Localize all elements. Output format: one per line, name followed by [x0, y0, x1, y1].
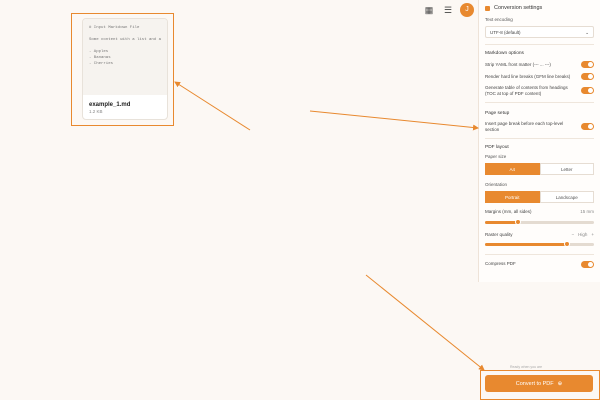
arrow-to-convert: [365, 274, 485, 371]
annotation-arrows: [174, 81, 485, 371]
arrow-to-panel: [309, 110, 479, 131]
arrow-to-file-card: [174, 81, 251, 131]
